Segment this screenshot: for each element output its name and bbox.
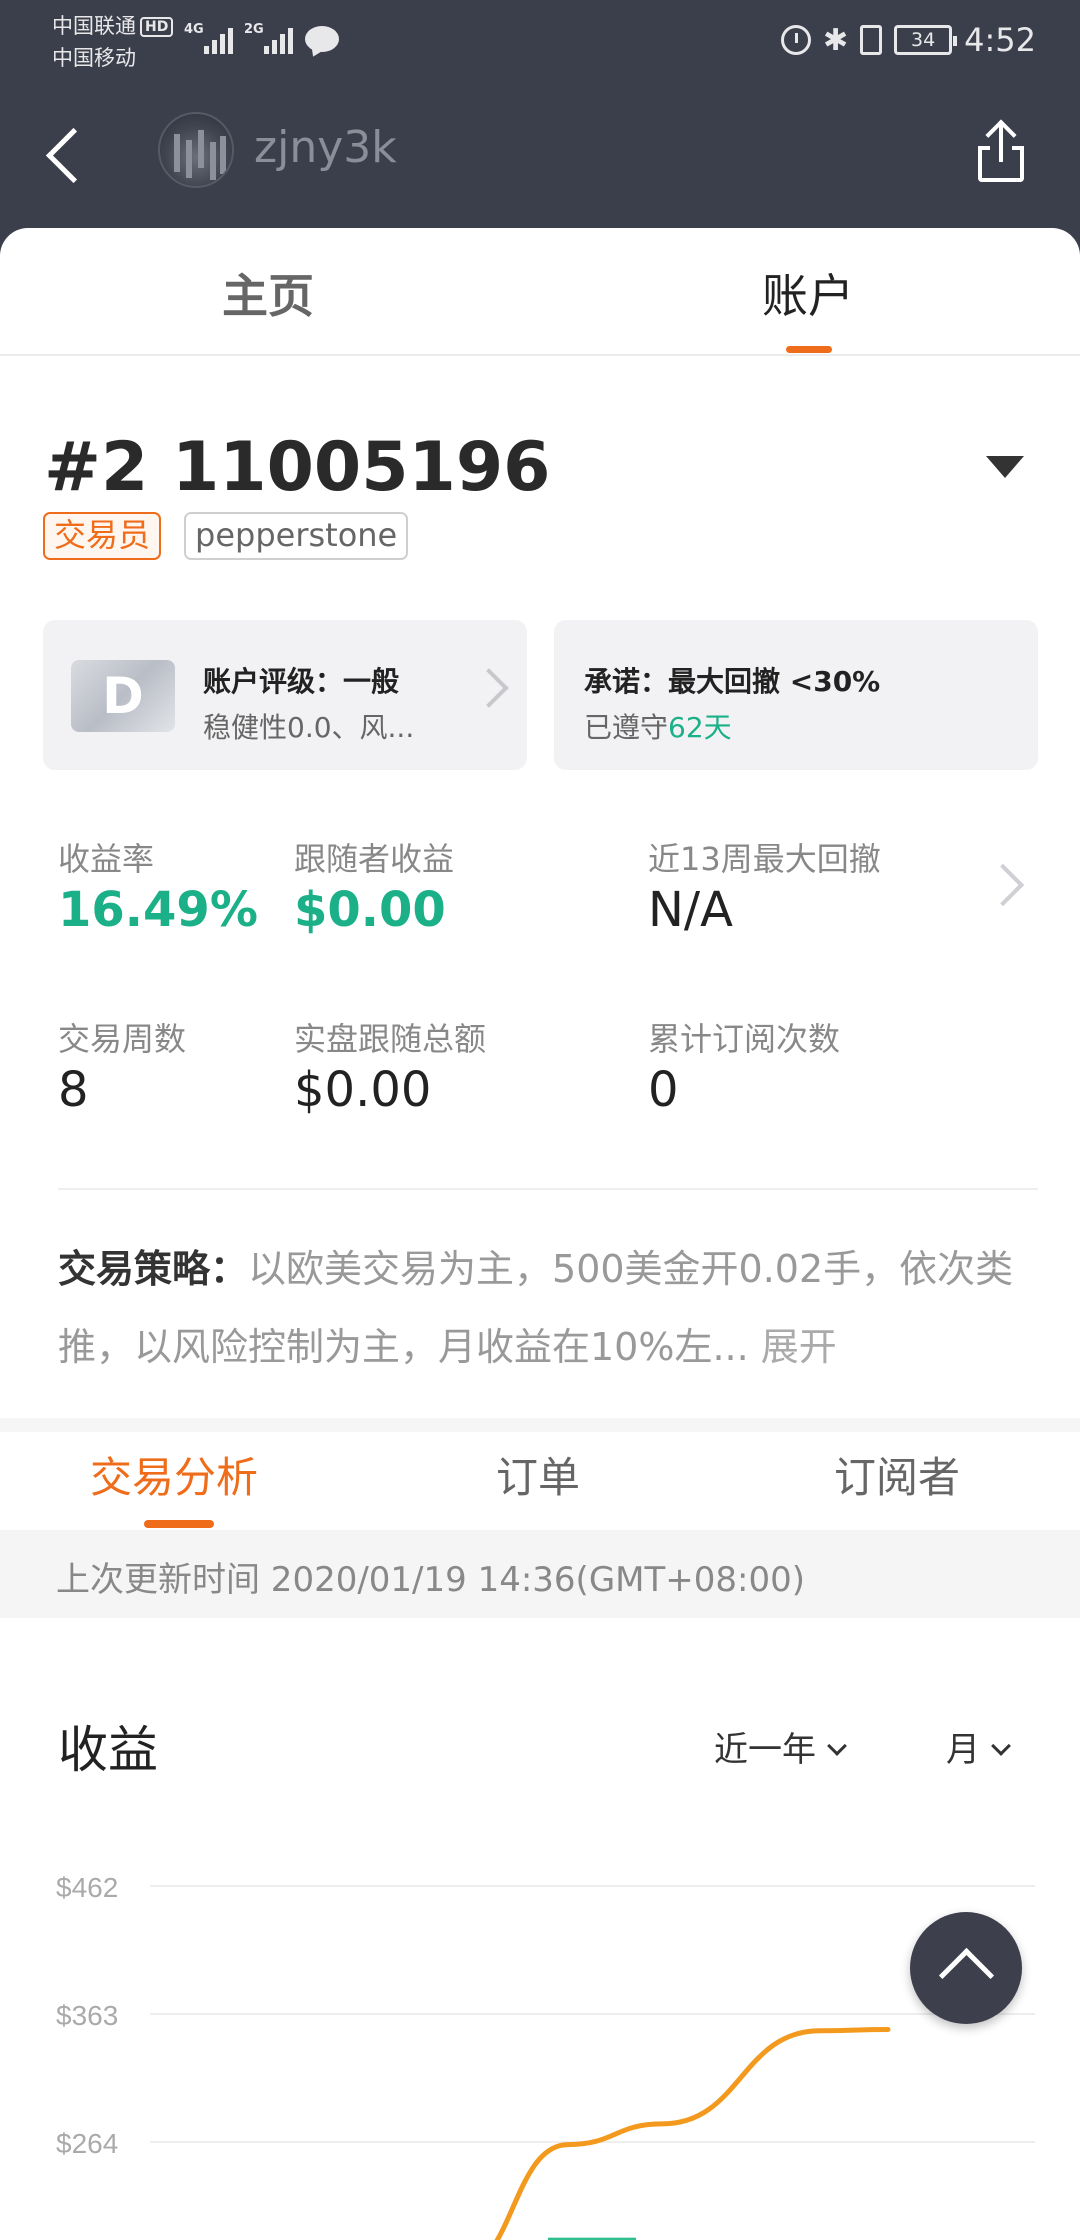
status-bar: 中国联通 HD 中国移动 4G 2G ✱ 34 4:52 <box>0 0 1080 80</box>
grade-badge: D <box>71 660 175 732</box>
promise-title: 承诺：最大回撤 <30% <box>584 665 881 698</box>
update-bar: 上次更新时间 2020/01/19 14:36(GMT+08:00) <box>0 1530 1080 1618</box>
granularity-filter-label: 月 <box>946 1730 980 1770</box>
stat-value-return: 16.49% <box>58 882 258 938</box>
hd-badge: HD <box>140 17 174 37</box>
stat-value-follow-total: $0.00 <box>294 1062 432 1118</box>
stat-label-follow-total: 实盘跟随总额 <box>294 1020 487 1058</box>
stat-value-weeks: 8 <box>58 1062 89 1118</box>
back-icon[interactable] <box>36 118 100 188</box>
chevron-right-icon <box>469 668 509 708</box>
granularity-filter[interactable]: 月 <box>946 1722 1011 1771</box>
period-filter-label: 近一年 <box>714 1730 816 1770</box>
period-filter[interactable]: 近一年 <box>714 1722 847 1771</box>
network-2-label: 2G <box>244 22 264 37</box>
stat-label-max-drawdown: 近13周最大回撤 <box>648 840 881 878</box>
y-tick-label: $264 <box>56 2128 118 2159</box>
strategy-text: 交易策略：以欧美交易为主，500美金开0.02手，依次类推，以风险控制为主，月收… <box>58 1230 1028 1386</box>
stat-label-follower-profit: 跟随者收益 <box>294 840 455 878</box>
scroll-to-top-button[interactable] <box>910 1912 1022 2024</box>
top-header: 中国联通 HD 中国移动 4G 2G ✱ 34 4:52 zjny3k <box>0 0 1080 260</box>
chevron-right-icon[interactable] <box>981 863 1025 907</box>
promise-days: 62天 <box>668 711 732 744</box>
profit-title: 收益 <box>58 1721 158 1779</box>
alarm-icon <box>781 25 811 55</box>
broker-tag: pepperstone <box>184 512 409 560</box>
username: zjny3k <box>254 122 397 173</box>
stat-value-max-drawdown: N/A <box>648 882 733 938</box>
rating-card[interactable]: D 账户评级：一般 稳健性0.0、风... <box>43 620 527 770</box>
strategy-label: 交易策略： <box>58 1247 249 1291</box>
carrier-1: 中国联通 <box>52 14 136 38</box>
avatar[interactable] <box>158 112 234 188</box>
chart-line <box>494 2027 891 2240</box>
tab-trade-analysis[interactable]: 交易分析 <box>90 1448 258 1508</box>
battery-icon: 34 <box>894 25 958 55</box>
y-tick-label: $462 <box>56 1872 118 1903</box>
rating-title: 账户评级：一般 <box>203 665 400 698</box>
tab-home[interactable]: 主页 <box>222 266 314 326</box>
main-tabs: 主页 账户 <box>0 228 1080 356</box>
profit-chart: $462 $363 $264 <box>56 1872 1035 2240</box>
section-gap <box>0 1418 1080 1432</box>
promise-prefix: 已遵守 <box>584 711 669 744</box>
carrier-2: 中国移动 <box>52 46 136 70</box>
expand-link[interactable]: 展开 <box>761 1325 837 1369</box>
update-time: 上次更新时间 2020/01/19 14:36(GMT+08:00) <box>56 1560 806 1600</box>
carrier-info: 中国联通 HD 中国移动 <box>52 10 174 74</box>
divider <box>58 1188 1038 1190</box>
tab-orders[interactable]: 订单 <box>496 1448 580 1508</box>
message-icon <box>305 26 339 52</box>
network-1-label: 4G <box>184 22 204 37</box>
tab-account[interactable]: 账户 <box>762 266 854 326</box>
account-id: #2 11005196 <box>44 428 551 507</box>
stat-label-subscriptions: 累计订阅次数 <box>648 1020 841 1058</box>
stat-label-return: 收益率 <box>58 840 155 878</box>
stat-label-weeks: 交易周数 <box>58 1020 187 1058</box>
account-dropdown-icon[interactable] <box>986 456 1024 478</box>
status-right: ✱ 34 4:52 <box>781 18 1036 62</box>
trader-tag: 交易员 <box>43 512 162 560</box>
stat-value-follower-profit: $0.00 <box>294 882 446 938</box>
tab-indicator <box>786 346 832 353</box>
sub-tab-indicator <box>144 1520 214 1528</box>
rating-subtitle: 稳健性0.0、风... <box>203 711 415 744</box>
stat-value-subscriptions: 0 <box>648 1062 679 1118</box>
tab-subscribers[interactable]: 订阅者 <box>834 1448 960 1508</box>
promise-card[interactable]: 承诺：最大回撤 <30% 已遵守62天 <box>554 620 1038 770</box>
bluetooth-icon: ✱ <box>823 22 849 58</box>
vibrate-icon <box>860 25 883 55</box>
promise-subtitle: 已遵守62天 <box>584 706 732 746</box>
chevron-down-icon <box>827 1736 847 1756</box>
share-icon[interactable] <box>970 118 1034 188</box>
y-tick-label: $363 <box>56 2000 118 2031</box>
clock: 4:52 <box>964 21 1036 59</box>
chevron-down-icon <box>991 1736 1011 1756</box>
nav-bar: zjny3k <box>0 100 1080 210</box>
